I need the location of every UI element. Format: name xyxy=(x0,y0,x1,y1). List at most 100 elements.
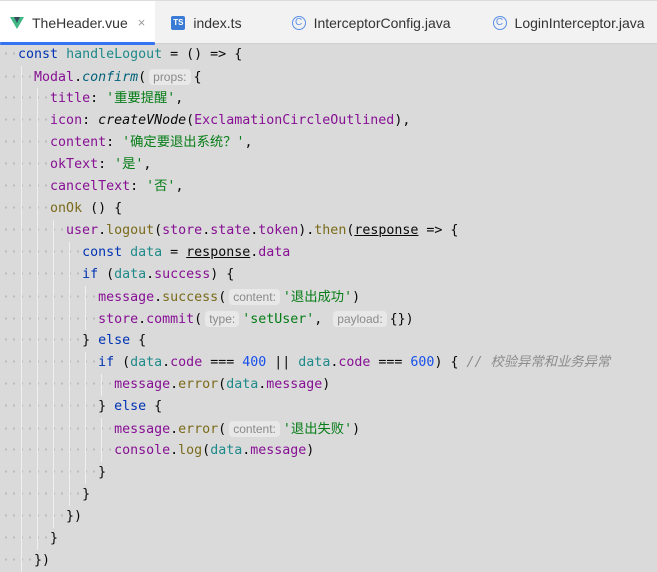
code-line[interactable]: ············} xyxy=(2,462,657,484)
code-line[interactable]: ··········} xyxy=(2,484,657,506)
code-line[interactable]: ··········if (data.success) { xyxy=(2,264,657,286)
indent-guide xyxy=(21,198,22,220)
code-token: ( xyxy=(186,113,195,128)
code-line[interactable]: ············store.commit(type:'setUser',… xyxy=(2,308,657,330)
code-token: ) xyxy=(352,290,361,305)
tab-logininterceptor-java[interactable]: C LoginInterceptor.java xyxy=(483,1,655,44)
code-line[interactable]: ··············message.error(content: '退出失… xyxy=(2,418,657,440)
code-token: error xyxy=(178,377,219,392)
indent-guide xyxy=(37,110,38,132)
indent-guide xyxy=(21,484,22,506)
tab-interceptorconfig-java[interactable]: C InterceptorConfig.java xyxy=(282,1,461,44)
code-token: message xyxy=(98,290,155,305)
indent-guide xyxy=(37,198,38,220)
tab-index-ts[interactable]: TS index.ts xyxy=(161,1,251,44)
indent-guide xyxy=(21,396,22,418)
code-token: . xyxy=(74,70,83,85)
code-token: . xyxy=(170,422,179,437)
indent-guide xyxy=(21,242,22,264)
code-token: else xyxy=(114,399,147,414)
indent-guide xyxy=(21,264,22,286)
indent-guide xyxy=(69,374,70,396)
indent-guide xyxy=(37,506,38,528)
indent-guide xyxy=(21,110,22,132)
typescript-icon: TS xyxy=(171,15,186,30)
code-line[interactable]: ······okText: '是', xyxy=(2,154,657,176)
indent-guide xyxy=(101,440,102,462)
indent-guide xyxy=(69,286,70,308)
code-line[interactable]: ··············message.error(data.message… xyxy=(2,374,657,396)
code-token: ). xyxy=(298,223,315,238)
parameter-hint: content: xyxy=(229,421,280,437)
indent-guide xyxy=(37,242,38,264)
code-token: ( xyxy=(122,355,131,370)
code-token: . xyxy=(146,267,155,282)
whitespace-marker: ······ xyxy=(2,531,51,546)
code-token: success xyxy=(154,267,211,282)
editor-tab-bar: TheHeader.vue × TS index.ts C Intercepto… xyxy=(0,0,657,45)
tab-theheader-vue[interactable]: TheHeader.vue × xyxy=(0,1,156,45)
code-line[interactable]: ··········const data = response.data xyxy=(2,242,657,264)
code-token: ) { xyxy=(434,355,467,370)
whitespace-marker: ·········· xyxy=(2,487,83,502)
code-line[interactable]: ······cancelText: '否', xyxy=(2,176,657,198)
code-line[interactable]: ············if (data.code === 400 || dat… xyxy=(2,352,657,374)
indent-guide xyxy=(85,440,86,462)
code-token: . xyxy=(162,355,171,370)
code-line[interactable]: ····Modal.confirm(props:{ xyxy=(2,66,657,88)
indent-guide xyxy=(21,132,22,154)
code-editor[interactable]: ··const handleLogout = () => {····Modal.… xyxy=(0,44,657,572)
code-token: === xyxy=(202,355,243,370)
code-line[interactable]: ········}) xyxy=(2,506,657,528)
whitespace-marker: ···· xyxy=(2,70,35,85)
code-line[interactable]: ··········} else { xyxy=(2,330,657,352)
code-line[interactable]: ······} xyxy=(2,528,657,550)
code-token: . xyxy=(154,290,163,305)
code-line[interactable]: ······content: '确定要退出系统？', xyxy=(2,132,657,154)
code-line[interactable]: ············} else { xyxy=(2,396,657,418)
indent-guide xyxy=(21,220,22,242)
code-line[interactable]: ········user.logout(store.state.token).t… xyxy=(2,220,657,242)
code-token: ) xyxy=(352,422,361,437)
code-token: 'setUser' xyxy=(242,312,315,327)
code-line[interactable]: ··············console.log(data.message) xyxy=(2,440,657,462)
indent-guide xyxy=(69,242,70,264)
code-line[interactable]: ··const handleLogout = () => { xyxy=(2,44,657,66)
code-line[interactable]: ····}) xyxy=(2,550,657,572)
code-token: , xyxy=(175,179,184,194)
indent-guide xyxy=(69,330,70,352)
code-token: data xyxy=(226,377,259,392)
indent-guide xyxy=(53,220,54,242)
code-line[interactable]: ······onOk () { xyxy=(2,198,657,220)
code-token: data xyxy=(114,267,147,282)
code-token: {}) xyxy=(389,312,414,327)
indent-guide xyxy=(53,242,54,264)
indent-guide xyxy=(37,330,38,352)
code-token: '退出成功' xyxy=(282,290,353,305)
whitespace-marker: ········ xyxy=(2,509,67,524)
indent-guide xyxy=(69,484,70,506)
code-token: error xyxy=(178,422,219,437)
code-line[interactable]: ······icon: createVNode(ExclamationCircl… xyxy=(2,110,657,132)
code-token: Modal xyxy=(34,70,75,85)
indent-guide xyxy=(101,374,102,396)
close-icon[interactable]: × xyxy=(138,15,146,30)
whitespace-marker: ············ xyxy=(2,465,99,480)
code-token: , xyxy=(244,135,253,150)
indent-guide xyxy=(21,418,22,440)
indent-guide xyxy=(53,352,54,374)
code-token: ) { xyxy=(210,267,235,282)
indent-guide xyxy=(21,154,22,176)
code-line[interactable]: ············message.success(content: '退出成… xyxy=(2,286,657,308)
indent-guide xyxy=(37,220,38,242)
code-token: const xyxy=(82,245,131,260)
code-token: { xyxy=(193,70,202,85)
whitespace-marker: ······ xyxy=(2,91,51,106)
code-token: response xyxy=(186,245,251,260)
java-class-icon: C xyxy=(291,15,306,30)
indent-guide xyxy=(53,484,54,506)
code-token: : xyxy=(98,157,115,172)
code-token: ExclamationCircleOutlined xyxy=(194,113,395,128)
tab-label: InterceptorConfig.java xyxy=(313,14,451,31)
code-line[interactable]: ······title: '重要提醒', xyxy=(2,88,657,110)
